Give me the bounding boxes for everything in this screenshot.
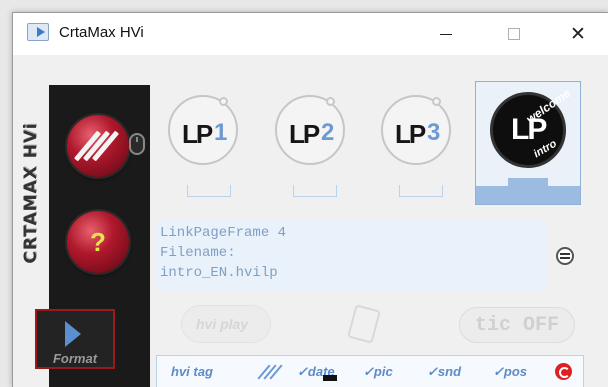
- frame-info-panel: LinkPageFrame 4 Filename: intro_EN.hvilp: [156, 219, 548, 291]
- page-indicator-icon: [432, 97, 441, 106]
- stripes-tool-icon[interactable]: [257, 363, 283, 380]
- welcome-intro-disc-icon: welcome LP intro: [490, 86, 573, 168]
- lp-number: 1: [214, 119, 228, 146]
- selected-bar: [476, 186, 580, 204]
- pic-check-button[interactable]: ✓pic: [363, 364, 393, 380]
- exit-icon[interactable]: [555, 363, 572, 380]
- filename-label: Filename:: [160, 245, 236, 261]
- snd-check-button[interactable]: ✓snd: [427, 364, 461, 380]
- link-page-2-button[interactable]: LP 2: [275, 95, 345, 165]
- link-page-4-selected[interactable]: welcome LP intro: [475, 81, 581, 205]
- link-page-1-slot: [187, 185, 231, 197]
- minimize-icon: [440, 33, 452, 35]
- maximize-icon: [508, 28, 520, 40]
- hviplay-button[interactable]: hvi play: [181, 305, 271, 343]
- minimize-button[interactable]: [423, 13, 469, 55]
- date-check-button[interactable]: ✓date: [297, 364, 337, 381]
- main-panel: CRTAMAX HVi ? Format LP 1 LP 2 LP 3 welc…: [13, 55, 608, 387]
- tag-toolbar: hvi tag ✓date ✓pic ✓snd ✓pos: [156, 355, 584, 387]
- close-button[interactable]: ✕: [555, 13, 601, 55]
- pos-check-button[interactable]: ✓pos: [493, 364, 527, 380]
- frame-name: LinkPageFrame 4: [160, 225, 287, 241]
- page-indicator-icon: [326, 97, 335, 106]
- app-logo-icon: [27, 23, 49, 41]
- settings-toggle-icon[interactable]: [556, 247, 574, 265]
- link-page-3-slot: [399, 185, 443, 197]
- title-bar[interactable]: CrtaMax HVi ✕: [13, 13, 608, 55]
- clipboard-icon[interactable]: [347, 304, 381, 344]
- link-page-1-button[interactable]: LP 1: [168, 95, 238, 165]
- stripes-icon: [74, 130, 119, 162]
- tic-toggle-button[interactable]: tic OFF: [459, 307, 575, 343]
- window-title: CrtaMax HVi: [59, 24, 144, 41]
- page-indicator-icon: [219, 97, 228, 106]
- play-icon: [65, 321, 81, 347]
- format-label: Format: [52, 351, 98, 366]
- hvitag-button[interactable]: hvi tag: [171, 364, 213, 379]
- main-menu-button[interactable]: [67, 115, 145, 177]
- format-button[interactable]: Format: [35, 309, 115, 369]
- vertical-brand-title: CRTAMAX HVi: [21, 121, 41, 264]
- maximize-button[interactable]: [491, 13, 537, 55]
- link-page-3-button[interactable]: LP 3: [381, 95, 451, 165]
- mouse-icon: [129, 133, 145, 155]
- filename-value: intro_EN.hvilp: [160, 265, 278, 281]
- link-page-2-slot: [293, 185, 337, 197]
- question-icon: ?: [90, 226, 106, 257]
- lp-number: 3: [427, 119, 441, 146]
- lp-number: 2: [321, 119, 335, 146]
- app-window: CrtaMax HVi ✕ CRTAMAX HVi ? Format LP 1: [12, 12, 608, 387]
- help-button[interactable]: ?: [67, 211, 129, 273]
- calendar-icon: [322, 374, 337, 381]
